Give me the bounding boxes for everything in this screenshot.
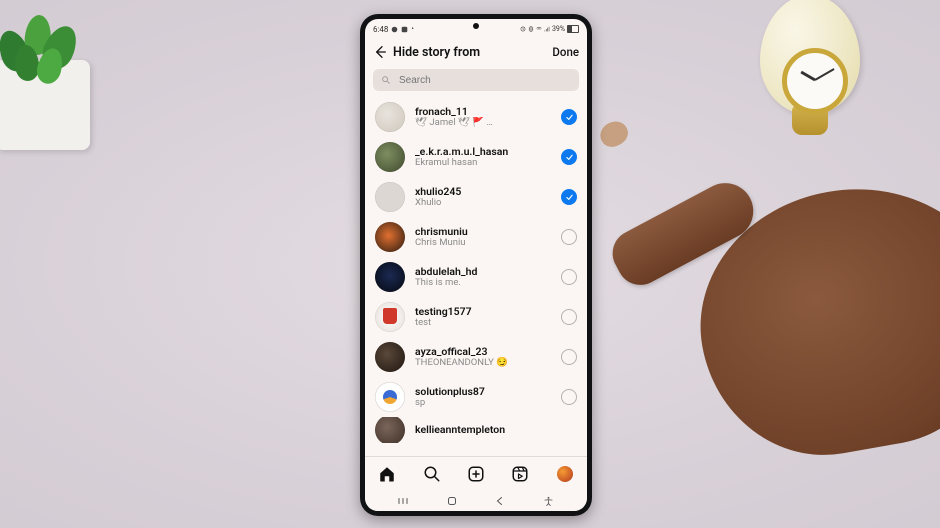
user-row-partial[interactable]: kellieanntempleton <box>365 417 587 443</box>
user-text: fronach_11🕊 Jamel 🕊 🚩 … <box>415 106 551 129</box>
user-username: testing1577 <box>415 306 551 318</box>
android-home-icon <box>446 495 458 507</box>
user-row[interactable]: xhulio245Xhulio <box>365 177 587 217</box>
tab-reels[interactable] <box>511 465 529 483</box>
avatar <box>375 342 405 372</box>
user-text: testing1577test <box>415 306 551 329</box>
tab-create[interactable] <box>467 465 485 483</box>
recent-icon <box>397 495 409 507</box>
user-text: xhulio245Xhulio <box>415 186 551 209</box>
user-subtitle: 🕊 Jamel 🕊 🚩 … <box>415 117 551 128</box>
android-recent-button[interactable] <box>396 494 410 508</box>
user-subtitle: This is me. <box>415 277 551 288</box>
selection-unchecked[interactable] <box>561 269 577 285</box>
tab-search[interactable] <box>423 465 441 483</box>
avatar <box>375 102 405 132</box>
status-notif-icon <box>401 26 408 33</box>
status-time: 6:48 <box>373 25 388 34</box>
decor-plant <box>0 40 100 160</box>
search-icon <box>423 465 441 483</box>
search-bar[interactable] <box>373 69 579 91</box>
android-home-button[interactable] <box>445 494 459 508</box>
user-list[interactable]: fronach_11🕊 Jamel 🕊 🚩 … _e.k.r.a.m.u.l_ha… <box>365 97 587 456</box>
user-username: _e.k.r.a.m.u.l_hasan <box>415 146 551 158</box>
page-title: Hide story from <box>393 45 552 60</box>
add-post-icon <box>467 465 485 483</box>
selection-unchecked[interactable] <box>561 349 577 365</box>
selection-unchecked[interactable] <box>561 309 577 325</box>
user-username: solutionplus87 <box>415 386 551 398</box>
home-icon <box>378 465 396 483</box>
user-row[interactable]: chrismuniuChris Muniu <box>365 217 587 257</box>
user-text: ayza_offical_23THEONEANDONLY 😏 <box>415 346 551 369</box>
user-subtitle: Xhulio <box>415 197 551 208</box>
phone-frame: 6:48 • 39% Hide story from Done <box>360 14 592 516</box>
user-username: chrismuniu <box>415 226 551 238</box>
avatar <box>375 182 405 212</box>
android-back-icon <box>494 495 506 507</box>
reels-icon <box>511 465 529 483</box>
selection-checked[interactable] <box>561 189 577 205</box>
user-row[interactable]: solutionplus87sp <box>365 377 587 417</box>
user-subtitle: Ekramul hasan <box>415 157 551 168</box>
user-username: fronach_11 <box>415 106 551 118</box>
avatar <box>375 302 405 332</box>
vibrate-icon <box>528 26 534 32</box>
user-text: _e.k.r.a.m.u.l_hasanEkramul hasan <box>415 146 551 169</box>
user-username: kellieanntempleton <box>415 424 577 436</box>
avatar <box>375 417 405 443</box>
check-icon <box>565 113 574 122</box>
avatar <box>375 382 405 412</box>
android-nav-bar <box>365 491 587 511</box>
user-subtitle: test <box>415 317 551 328</box>
user-subtitle: THEONEANDONLY 😏 <box>415 357 551 368</box>
tab-home[interactable] <box>378 465 396 483</box>
selection-unchecked[interactable] <box>561 389 577 405</box>
user-username: xhulio245 <box>415 186 551 198</box>
done-button[interactable]: Done <box>552 45 579 59</box>
app-header: Hide story from Done <box>365 37 587 67</box>
wifi-icon <box>536 26 542 32</box>
profile-avatar-icon <box>557 466 573 482</box>
user-text: abdulelah_hdThis is me. <box>415 266 551 289</box>
user-row[interactable]: ayza_offical_23THEONEANDONLY 😏 <box>365 337 587 377</box>
user-subtitle: Chris Muniu <box>415 237 551 248</box>
user-subtitle: sp <box>415 397 551 408</box>
android-accessibility-button[interactable] <box>542 494 556 508</box>
back-button[interactable] <box>371 43 389 61</box>
check-icon <box>565 153 574 162</box>
search-input[interactable] <box>397 74 571 87</box>
bottom-tab-bar <box>365 456 587 491</box>
avatar <box>375 222 405 252</box>
user-text: chrismuniuChris Muniu <box>415 226 551 249</box>
user-row[interactable]: fronach_11🕊 Jamel 🕊 🚩 … <box>365 97 587 137</box>
selection-checked[interactable] <box>561 149 577 165</box>
user-username: ayza_offical_23 <box>415 346 551 358</box>
alarm-icon <box>520 26 526 32</box>
battery-text: 39% <box>552 25 565 33</box>
android-back-button[interactable] <box>493 494 507 508</box>
user-row[interactable]: abdulelah_hdThis is me. <box>365 257 587 297</box>
camera-hole <box>473 23 479 29</box>
signal-icon <box>544 26 550 32</box>
check-icon <box>565 193 574 202</box>
avatar <box>375 142 405 172</box>
decor-clock <box>730 0 880 170</box>
user-row[interactable]: testing1577test <box>365 297 587 337</box>
phone-screen: 6:48 • 39% Hide story from Done <box>365 19 587 511</box>
status-app-icon <box>391 26 398 33</box>
user-row[interactable]: _e.k.r.a.m.u.l_hasanEkramul hasan <box>365 137 587 177</box>
user-username: abdulelah_hd <box>415 266 551 278</box>
accessibility-icon <box>543 496 554 507</box>
battery-icon <box>567 25 579 33</box>
avatar <box>375 262 405 292</box>
selection-checked[interactable] <box>561 109 577 125</box>
search-icon <box>381 75 391 85</box>
arrow-left-icon <box>372 44 388 60</box>
tab-profile[interactable] <box>556 465 574 483</box>
user-text: solutionplus87sp <box>415 386 551 409</box>
status-more-icon: • <box>411 25 413 33</box>
selection-unchecked[interactable] <box>561 229 577 245</box>
